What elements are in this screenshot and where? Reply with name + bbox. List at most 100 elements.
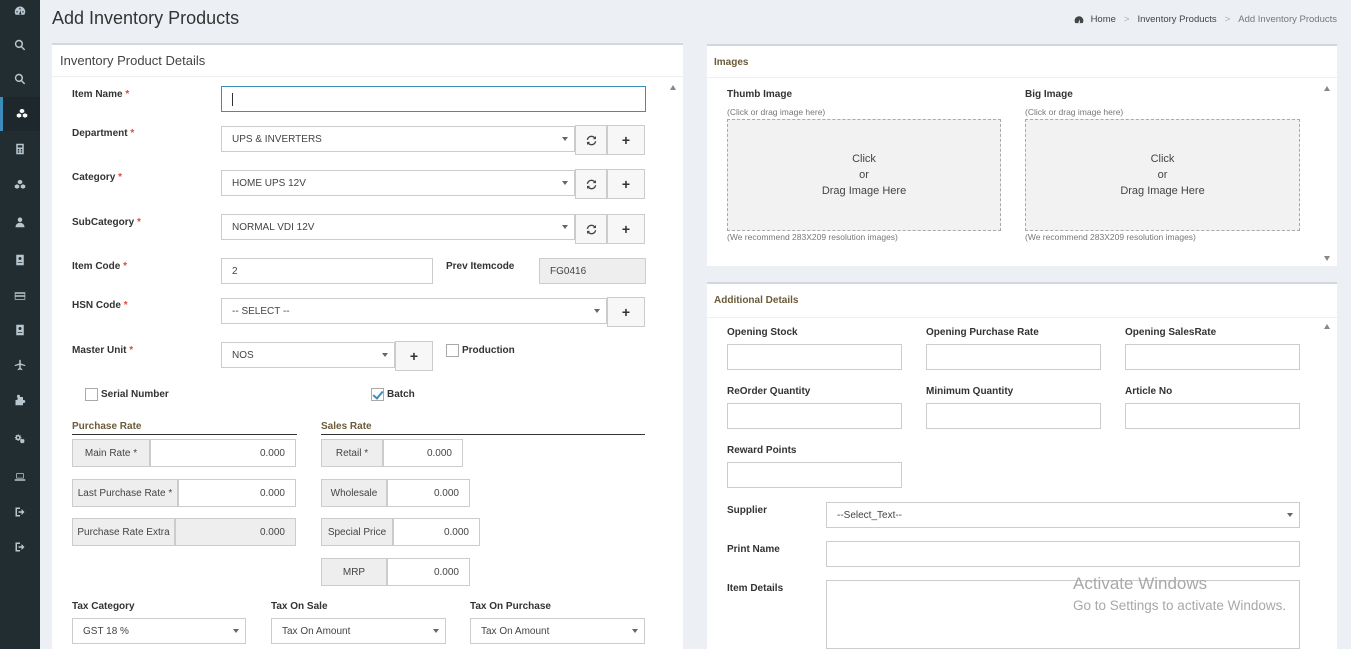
master-unit-label: Master Unit * — [72, 345, 134, 356]
box-title: Inventory Product Details — [60, 53, 206, 68]
production-checkbox[interactable] — [446, 344, 459, 357]
item-name-input[interactable] — [221, 86, 646, 112]
breadcrumb: Home > Inventory Products > Add Inventor… — [1074, 14, 1337, 25]
search-icon[interactable] — [0, 28, 40, 62]
print-name-input[interactable] — [826, 541, 1300, 567]
hsn-code-add-button[interactable]: + — [607, 297, 645, 327]
sign-out-icon[interactable] — [0, 530, 40, 564]
category-refresh-button[interactable] — [575, 169, 607, 199]
tax-category-select[interactable]: GST 18 % — [72, 618, 246, 644]
subcategory-refresh-button[interactable] — [575, 214, 607, 244]
retail-label: Retail * — [321, 439, 383, 467]
reorder-quantity-input[interactable] — [727, 403, 902, 429]
department-refresh-button[interactable] — [575, 125, 607, 155]
department-select[interactable]: UPS & INVERTERS — [221, 126, 575, 152]
minimum-quantity-input[interactable] — [926, 403, 1101, 429]
scroll-up-arrow[interactable] — [1324, 86, 1330, 91]
breadcrumb-current: Add Inventory Products — [1238, 14, 1337, 25]
opening-sales-rate-input[interactable] — [1125, 344, 1300, 370]
refresh-icon — [586, 135, 596, 145]
breadcrumb-home[interactable]: Home — [1091, 14, 1116, 25]
refresh-icon — [586, 224, 596, 234]
sign-out-icon[interactable] — [0, 495, 40, 529]
opening-sales-rate-label: Opening SalesRate — [1125, 327, 1217, 338]
gears-icon[interactable] — [0, 421, 40, 455]
hsn-code-select[interactable]: -- SELECT -- — [221, 298, 607, 324]
search-icon[interactable] — [0, 62, 40, 96]
cubes-icon[interactable] — [0, 168, 40, 202]
breadcrumb-section[interactable]: Inventory Products — [1137, 14, 1216, 25]
laptop-icon[interactable] — [0, 460, 40, 494]
id-card-icon[interactable] — [0, 313, 40, 347]
credit-card-icon[interactable] — [0, 279, 40, 313]
prev-itemcode-field: FG0416 — [539, 258, 646, 284]
item-details-textarea[interactable] — [826, 580, 1300, 649]
dashboard-icon[interactable] — [0, 0, 40, 28]
puzzle-icon[interactable] — [0, 383, 40, 417]
purchase-rate-extra-label: Purchase Rate Extra — [72, 518, 175, 546]
tax-category-label: Tax Category — [72, 601, 135, 612]
opening-stock-label: Opening Stock — [727, 327, 798, 338]
cubes-icon[interactable] — [0, 97, 40, 131]
last-purchase-rate-input[interactable]: 0.000 — [178, 479, 296, 507]
purchase-rate-extra-field: 0.000 — [175, 518, 296, 546]
subcategory-add-button[interactable]: + — [607, 214, 645, 244]
mrp-label: MRP — [321, 558, 387, 586]
department-label: Department * — [72, 128, 135, 139]
plane-icon[interactable] — [0, 348, 40, 382]
thumb-image-recommend: (We recommend 283X209 resolution images) — [727, 232, 898, 242]
scroll-down-arrow[interactable] — [1324, 256, 1330, 261]
department-add-button[interactable]: + — [607, 125, 645, 155]
supplier-label: Supplier — [727, 505, 768, 516]
id-card-icon[interactable] — [0, 243, 40, 277]
supplier-select[interactable]: --Select_Text-- — [826, 502, 1300, 528]
thumb-image-dropzone[interactable]: Click or Drag Image Here — [727, 119, 1001, 231]
opening-stock-input[interactable] — [727, 344, 902, 370]
mrp-input[interactable]: 0.000 — [387, 558, 470, 586]
scroll-up-arrow[interactable] — [1324, 324, 1330, 329]
item-code-input[interactable]: 2 — [221, 258, 433, 284]
special-price-label: Special Price — [321, 518, 393, 546]
article-no-input[interactable] — [1125, 403, 1300, 429]
master-unit-add-button[interactable]: + — [395, 341, 433, 371]
category-select[interactable]: HOME UPS 12V — [221, 170, 575, 196]
user-icon[interactable] — [0, 205, 40, 239]
batch-label: Batch — [387, 389, 415, 400]
tax-on-purchase-select[interactable]: Tax On Amount — [470, 618, 645, 644]
category-add-button[interactable]: + — [607, 169, 645, 199]
retail-input[interactable]: 0.000 — [383, 439, 463, 467]
big-image-hint: (Click or drag image here) — [1025, 107, 1124, 117]
scroll-up-arrow[interactable] — [670, 85, 676, 90]
item-name-label: Item Name * — [72, 89, 130, 100]
calculator-icon[interactable] — [0, 132, 40, 166]
reward-points-label: Reward Points — [727, 445, 797, 456]
tax-on-sale-select[interactable]: Tax On Amount — [271, 618, 446, 644]
big-image-label: Big Image — [1025, 89, 1073, 100]
dashboard-icon — [1074, 15, 1083, 23]
main-rate-input[interactable]: 0.000 — [150, 439, 296, 467]
article-no-label: Article No — [1125, 386, 1173, 397]
reorder-quantity-label: ReOrder Quantity — [727, 386, 811, 397]
master-unit-select[interactable]: NOS — [221, 342, 395, 368]
subcategory-select[interactable]: NORMAL VDI 12V — [221, 214, 575, 240]
wholesale-input[interactable]: 0.000 — [387, 479, 470, 507]
subcategory-label: SubCategory * — [72, 217, 141, 228]
reward-points-input[interactable] — [727, 462, 902, 488]
batch-checkbox[interactable] — [371, 388, 384, 401]
last-purchase-rate-label: Last Purchase Rate * — [72, 479, 178, 507]
minimum-quantity-label: Minimum Quantity — [926, 386, 1014, 397]
production-label: Production — [462, 345, 515, 356]
special-price-input[interactable]: 0.000 — [393, 518, 480, 546]
serial-number-checkbox[interactable] — [85, 388, 98, 401]
opening-purchase-rate-input[interactable] — [926, 344, 1101, 370]
sales-rate-heading: Sales Rate — [321, 421, 645, 435]
wholesale-label: Wholesale — [321, 479, 387, 507]
sidebar — [0, 0, 40, 649]
additional-details-title: Additional Details — [714, 295, 799, 306]
images-title: Images — [714, 57, 749, 68]
item-code-label: Item Code * — [72, 261, 128, 272]
item-details-label: Item Details — [727, 583, 784, 594]
big-image-dropzone[interactable]: Click or Drag Image Here — [1025, 119, 1300, 231]
opening-purchase-rate-label: Opening Purchase Rate — [926, 327, 1039, 338]
activation-watermark-title: Activate Windows — [1073, 574, 1208, 593]
